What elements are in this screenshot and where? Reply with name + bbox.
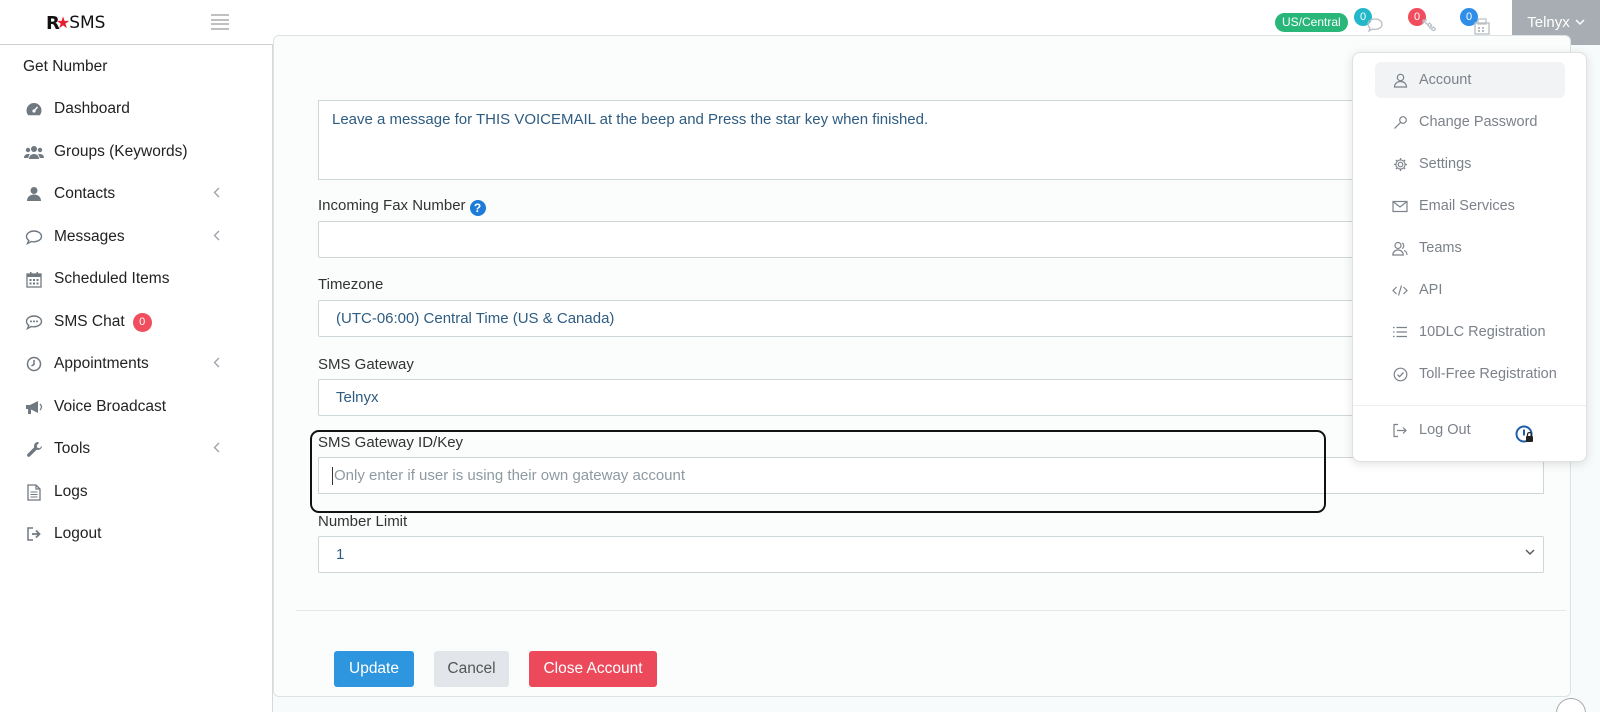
- form-divider: [296, 610, 1566, 611]
- sms-gateway-value: Telnyx: [336, 389, 379, 406]
- menu-item-settings[interactable]: Settings: [1375, 146, 1565, 182]
- logo[interactable]: R ★ SMS: [46, 10, 105, 36]
- chevron-left-icon: [213, 230, 220, 241]
- password-manager-icon[interactable]: [1515, 425, 1535, 445]
- bullhorn-icon: [24, 397, 44, 417]
- sidebar-item-groups[interactable]: Groups (Keywords): [24, 137, 220, 167]
- list-icon: [1391, 323, 1409, 341]
- menu-item-logout[interactable]: Log Out: [1375, 412, 1565, 448]
- menu-item-label: Settings: [1419, 156, 1472, 172]
- check-circle-icon: [1391, 365, 1409, 383]
- sidebar-item-dashboard[interactable]: Dashboard: [24, 94, 220, 124]
- sidebar-item-logout[interactable]: Logout: [24, 519, 220, 549]
- menu-item-label: Toll-Free Registration: [1419, 366, 1557, 382]
- sms-chat-icon: [24, 312, 44, 332]
- menu-item-label: API: [1419, 282, 1443, 298]
- sidebar-item-sms-chat[interactable]: SMS Chat 0: [24, 307, 220, 337]
- sidebar-item-label: Scheduled Items: [54, 270, 170, 287]
- logout-icon: [24, 524, 44, 544]
- menu-item-label: Teams: [1419, 240, 1462, 256]
- sidebar-item-logs[interactable]: Logs: [24, 477, 220, 507]
- fax-number-label-text: Incoming Fax Number: [318, 197, 466, 214]
- menu-item-email-services[interactable]: Email Services: [1375, 188, 1565, 224]
- menu-item-label: Account: [1419, 72, 1472, 88]
- focus-highlight-box: [310, 430, 1326, 513]
- sidebar-item-scheduled-items[interactable]: Scheduled Items: [24, 264, 220, 294]
- chat-icon: [1367, 18, 1383, 33]
- sidebar-item-tools[interactable]: Tools: [24, 434, 220, 464]
- comment-icon: [24, 227, 44, 247]
- app-root: R ★ SMS US/Central 0 0 0 Telnyx Get Numb…: [0, 0, 1600, 712]
- menu-item-label: Change Password: [1419, 114, 1538, 130]
- timezone-badge: US/Central: [1275, 13, 1348, 32]
- menu-item-account[interactable]: Account: [1375, 62, 1565, 98]
- gear-icon: [1391, 155, 1409, 173]
- update-button[interactable]: Update: [334, 651, 414, 687]
- chevron-left-icon: [213, 357, 220, 368]
- cancel-button[interactable]: Cancel: [434, 651, 509, 687]
- code-icon: [1391, 281, 1409, 299]
- menu-item-10dlc-registration[interactable]: 10DLC Registration: [1375, 314, 1565, 350]
- wrench-icon: [24, 439, 44, 459]
- user-dropdown-menu: Account Change Password Settings Email S…: [1352, 52, 1587, 462]
- sidebar-item-label: Logout: [54, 525, 102, 542]
- menu-item-label: Email Services: [1419, 198, 1515, 214]
- menu-divider: [1353, 405, 1586, 406]
- logo-text: SMS: [69, 13, 106, 33]
- sidebar: Get Number Dashboard Groups (Keywords) C…: [0, 45, 273, 712]
- team-icon: [1391, 239, 1409, 257]
- sidebar-item-label: SMS Chat: [54, 313, 125, 330]
- sidebar-item-appointments[interactable]: Appointments: [24, 349, 220, 379]
- number-limit-label: Number Limit: [318, 513, 408, 530]
- user-icon: [24, 184, 44, 204]
- help-icon[interactable]: ?: [469, 200, 486, 216]
- sidebar-item-label: Groups (Keywords): [54, 143, 188, 160]
- timezone-value: (UTC-06:00) Central Time (US & Canada): [336, 310, 615, 327]
- sidebar-item-voice-broadcast[interactable]: Voice Broadcast: [24, 392, 220, 422]
- missed-call-icon: [1422, 19, 1437, 32]
- sidebar-item-label: Tools: [54, 440, 91, 457]
- fax-icon: [1474, 18, 1490, 35]
- user-outline-icon: [1391, 71, 1409, 89]
- logo-star-icon: ★: [55, 15, 71, 32]
- sidebar-item-messages[interactable]: Messages: [24, 222, 220, 252]
- sms-gateway-label: SMS Gateway: [318, 356, 414, 373]
- document-icon: [24, 482, 44, 502]
- sidebar-item-contacts[interactable]: Contacts: [24, 179, 220, 209]
- users-icon: [24, 142, 44, 162]
- menu-item-label: 10DLC Registration: [1419, 324, 1546, 340]
- menu-item-change-password[interactable]: Change Password: [1375, 104, 1565, 140]
- menu-item-teams[interactable]: Teams: [1375, 230, 1565, 266]
- menu-item-api[interactable]: API: [1375, 272, 1565, 308]
- menu-item-toll-free-registration[interactable]: Toll-Free Registration: [1375, 356, 1565, 392]
- sidebar-item-label: Logs: [54, 483, 88, 500]
- chevron-left-icon: [213, 442, 220, 453]
- close-account-button[interactable]: Close Account: [529, 651, 657, 687]
- clock-icon: [24, 354, 44, 374]
- number-limit-select[interactable]: 1: [318, 536, 1544, 573]
- hamburger-menu-icon[interactable]: [211, 14, 229, 30]
- get-number-link[interactable]: Get Number: [23, 58, 107, 76]
- user-menu-label: Telnyx: [1527, 14, 1570, 31]
- logout-icon: [1391, 421, 1409, 439]
- chevron-down-icon: [1525, 549, 1535, 555]
- chevron-down-icon: [1575, 19, 1585, 26]
- calendar-icon: [24, 269, 44, 289]
- sidebar-item-label: Appointments: [54, 355, 149, 372]
- number-limit-value: 1: [336, 546, 345, 563]
- envelope-icon: [1391, 197, 1409, 215]
- menu-item-label: Log Out: [1419, 422, 1471, 438]
- sidebar-item-label: Contacts: [54, 185, 116, 202]
- dashboard-icon: [24, 99, 44, 119]
- sidebar-item-label: Voice Broadcast: [54, 398, 167, 415]
- chevron-left-icon: [213, 187, 220, 198]
- key-icon: [1391, 113, 1409, 131]
- sms-chat-badge: 0: [132, 312, 152, 332]
- fax-number-label: Incoming Fax Number?: [318, 197, 486, 216]
- sidebar-item-label: Messages: [54, 228, 125, 245]
- sidebar-item-label: Dashboard: [54, 100, 130, 117]
- timezone-label: Timezone: [318, 276, 384, 293]
